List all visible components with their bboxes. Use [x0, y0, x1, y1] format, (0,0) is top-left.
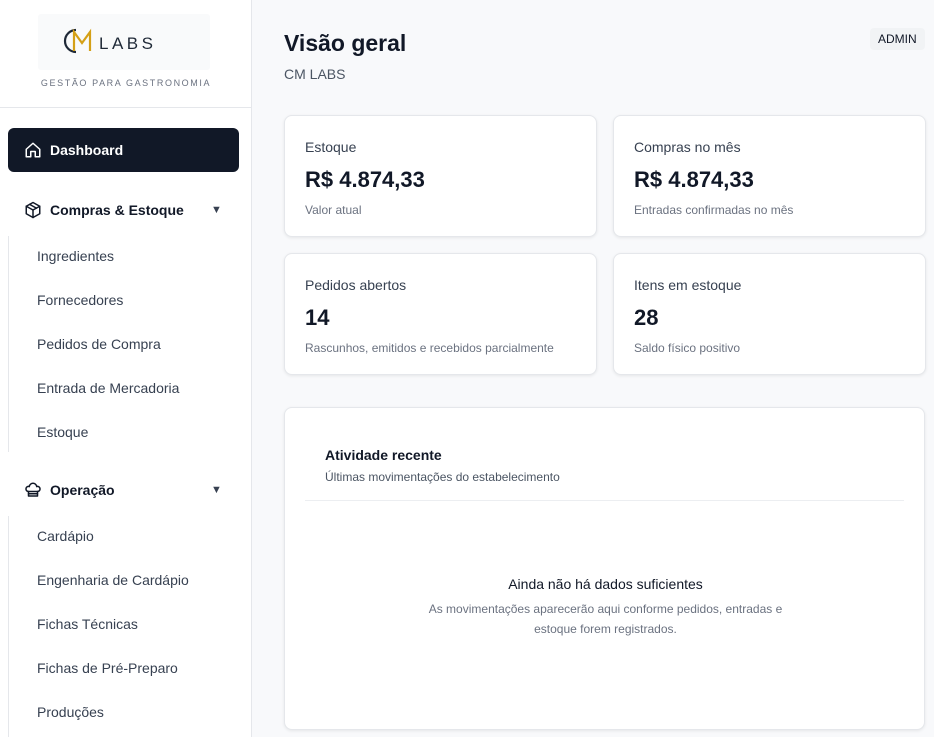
activity-title: Atividade recente	[325, 447, 442, 463]
box-icon	[24, 201, 42, 219]
svg-text:LABS: LABS	[99, 34, 156, 53]
logo[interactable]: LABS	[38, 14, 210, 70]
stat-hint: Entradas confirmadas no mês	[634, 203, 794, 217]
stat-value: 14	[305, 305, 330, 330]
role-badge: ADMIN	[870, 28, 925, 50]
page-title: Visão geral	[284, 30, 407, 56]
recent-activity-panel: Atividade recente Últimas movimentações …	[284, 407, 925, 730]
stat-value: R$ 4.874,33	[305, 167, 425, 192]
empty-state-title: Ainda não há dados suficientes	[508, 576, 703, 592]
sidebar-item-estoque[interactable]: Estoque	[37, 420, 88, 444]
stat-hint: Valor atual	[305, 203, 362, 217]
sidebar-item-fornecedores[interactable]: Fornecedores	[37, 288, 123, 312]
main-content: Visão geral CM LABS ADMIN Estoque R$ 4.8…	[252, 0, 934, 737]
nav-group-label: Operação	[50, 482, 115, 498]
stat-card-estoque: Estoque R$ 4.874,33 Valor atual	[284, 115, 597, 237]
sidebar-item-engenharia-de-cardapio[interactable]: Engenharia de Cardápio	[37, 568, 189, 592]
stat-value: R$ 4.874,33	[634, 167, 754, 192]
sidebar-item-entrada-de-mercadoria[interactable]: Entrada de Mercadoria	[37, 376, 179, 400]
chevron-down-icon[interactable]: ▼	[211, 484, 222, 496]
stat-label: Itens em estoque	[634, 277, 742, 293]
home-icon	[24, 141, 42, 159]
sidebar-item-cardapio[interactable]: Cardápio	[37, 524, 94, 548]
chevron-down-icon[interactable]: ▼	[211, 204, 222, 216]
sidebar: LABS GESTÃO PARA GASTRONOMIA Dashboard C…	[0, 0, 252, 737]
stat-card-itens-em-estoque: Itens em estoque 28 Saldo físico positiv…	[613, 253, 926, 375]
submenu-guide-line	[8, 516, 9, 737]
stat-hint: Rascunhos, emitidos e recebidos parcialm…	[305, 341, 554, 355]
stat-label: Estoque	[305, 139, 357, 155]
stat-label: Pedidos abertos	[305, 277, 407, 293]
activity-subtitle: Últimas movimentações do estabelecimento	[325, 470, 560, 484]
sidebar-item-pedidos-de-compra[interactable]: Pedidos de Compra	[37, 332, 161, 356]
brand-tagline: GESTÃO PARA GASTRONOMIA	[40, 78, 212, 88]
nav-group-label: Compras & Estoque	[50, 202, 184, 218]
sidebar-item-producoes[interactable]: Produções	[37, 700, 104, 724]
cm-labs-logo: LABS	[63, 28, 156, 54]
nav-dashboard-label: Dashboard	[50, 142, 124, 158]
sidebar-item-fichas-de-pre-preparo[interactable]: Fichas de Pré-Preparo	[37, 656, 178, 680]
activity-divider	[305, 500, 904, 501]
sidebar-item-fichas-tecnicas[interactable]: Fichas Técnicas	[37, 612, 138, 636]
stat-card-compras-no-mes: Compras no mês R$ 4.874,33 Entradas conf…	[613, 115, 926, 237]
empty-state-description: As movimentações aparecerão aqui conform…	[428, 602, 783, 636]
brand-header: LABS GESTÃO PARA GASTRONOMIA	[0, 0, 251, 108]
submenu-guide-line	[8, 236, 9, 452]
stat-card-pedidos-abertos: Pedidos abertos 14 Rascunhos, emitidos e…	[284, 253, 597, 375]
stat-value: 28	[634, 305, 659, 330]
sidebar-item-ingredientes[interactable]: Ingredientes	[37, 244, 114, 268]
chef-hat-icon	[24, 481, 42, 499]
stat-hint: Saldo físico positivo	[634, 341, 741, 355]
nav-group-compras-estoque[interactable]: Compras & Estoque ▼	[0, 188, 251, 232]
stat-label: Compras no mês	[634, 139, 741, 155]
page-subtitle: CM LABS	[284, 66, 346, 82]
nav-dashboard[interactable]: Dashboard	[8, 128, 239, 172]
nav-group-operacao[interactable]: Operação ▼	[0, 468, 251, 512]
